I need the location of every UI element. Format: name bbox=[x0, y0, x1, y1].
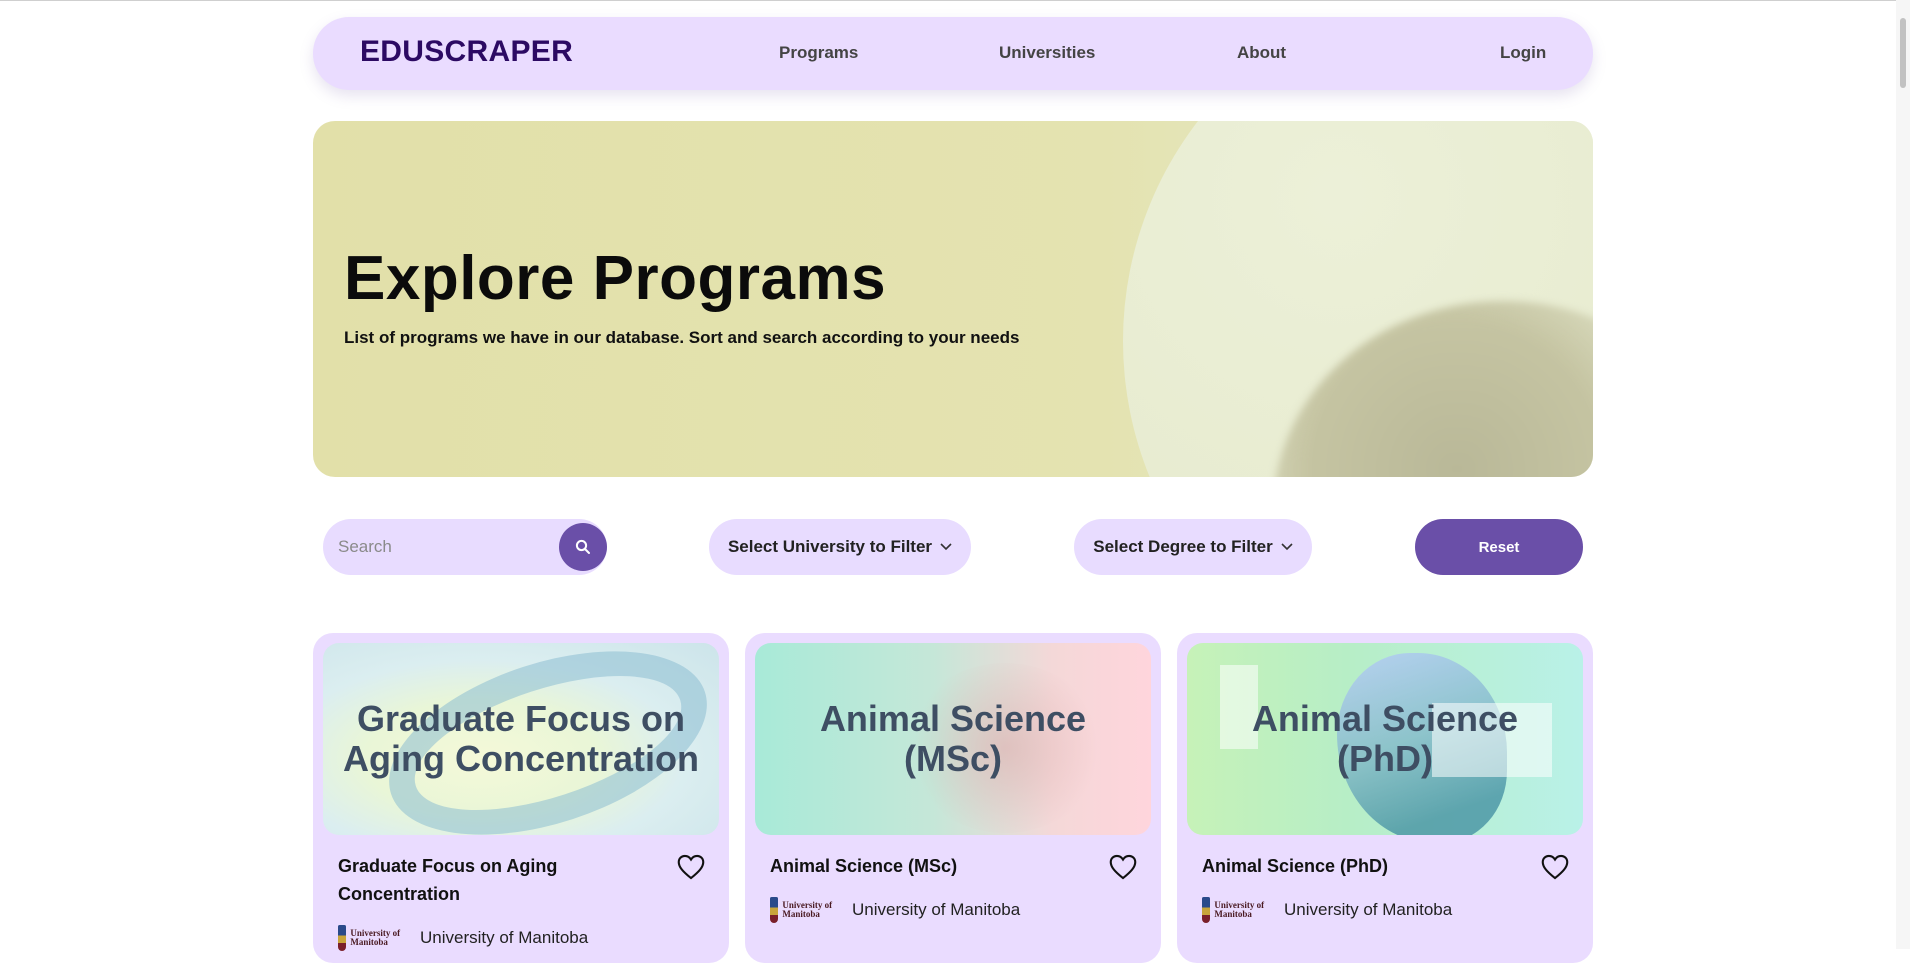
nav-link-about[interactable]: About bbox=[1237, 43, 1286, 63]
page-subtitle: List of programs we have in our database… bbox=[344, 328, 1020, 347]
page-scrollbar[interactable] bbox=[1896, 0, 1910, 949]
degree-filter-label: Select Degree to Filter bbox=[1093, 537, 1273, 556]
reset-button[interactable]: Reset bbox=[1415, 519, 1583, 575]
program-card-image-title: Graduate Focus on Aging Concentration bbox=[343, 698, 699, 779]
university-row: University of Manitoba University of Man… bbox=[770, 895, 1020, 925]
university-logo-wordmark: University of Manitoba bbox=[1214, 900, 1265, 919]
program-card-image-title: Animal Science (PhD) bbox=[1251, 698, 1519, 779]
heart-icon[interactable] bbox=[677, 854, 705, 880]
chevron-down-icon bbox=[940, 543, 952, 551]
program-card-image: Graduate Focus on Aging Concentration bbox=[323, 643, 719, 835]
university-logo-wordmark: University of Manitoba bbox=[350, 928, 401, 947]
search-bar bbox=[323, 519, 607, 575]
university-logo-wordmark: University of Manitoba bbox=[782, 900, 833, 919]
window-top-border bbox=[0, 0, 1910, 1]
university-filter-select[interactable]: Select University to Filter bbox=[709, 519, 971, 575]
program-title[interactable]: Animal Science (PhD) bbox=[1202, 852, 1502, 880]
university-name: University of Manitoba bbox=[420, 928, 589, 947]
university-name: University of Manitoba bbox=[1284, 900, 1453, 919]
search-icon bbox=[575, 539, 590, 554]
search-input[interactable] bbox=[338, 519, 548, 575]
program-card-image-title: Animal Science (MSc) bbox=[819, 698, 1087, 779]
university-name: University of Manitoba bbox=[852, 900, 1021, 919]
degree-filter-select[interactable]: Select Degree to Filter bbox=[1074, 519, 1312, 575]
heart-icon[interactable] bbox=[1541, 854, 1569, 880]
brand-logo[interactable]: EDUSCRAPER bbox=[360, 35, 573, 69]
login-link[interactable]: Login bbox=[1500, 43, 1546, 63]
university-row: University of Manitoba University of Man… bbox=[1202, 895, 1452, 925]
program-title[interactable]: Animal Science (MSc) bbox=[770, 852, 1070, 880]
hero-banner: Explore Programs List of programs we hav… bbox=[313, 121, 1593, 477]
program-card-image: Animal Science (MSc) bbox=[755, 643, 1151, 835]
scrollbar-thumb[interactable] bbox=[1900, 18, 1906, 88]
search-button[interactable] bbox=[559, 523, 607, 571]
program-card[interactable]: Graduate Focus on Aging Concentration Gr… bbox=[313, 633, 729, 963]
program-title[interactable]: Graduate Focus on Aging Concentration bbox=[338, 852, 638, 908]
chevron-down-icon bbox=[1281, 543, 1293, 551]
university-filter-label: Select University to Filter bbox=[727, 537, 933, 556]
university-logo: University of Manitoba bbox=[1202, 895, 1268, 925]
nav-link-universities[interactable]: Universities bbox=[999, 43, 1095, 63]
program-card[interactable]: Animal Science (MSc) Animal Science (MSc… bbox=[745, 633, 1161, 963]
heart-icon[interactable] bbox=[1109, 854, 1137, 880]
navbar: EDUSCRAPER Programs Universities About L… bbox=[313, 17, 1593, 90]
program-card[interactable]: Animal Science (PhD) Animal Science (PhD… bbox=[1177, 633, 1593, 963]
nav-link-programs[interactable]: Programs bbox=[779, 43, 858, 63]
university-logo: University of Manitoba bbox=[770, 895, 836, 925]
program-card-image: Animal Science (PhD) bbox=[1187, 643, 1583, 835]
page-title: Explore Programs bbox=[344, 244, 887, 313]
